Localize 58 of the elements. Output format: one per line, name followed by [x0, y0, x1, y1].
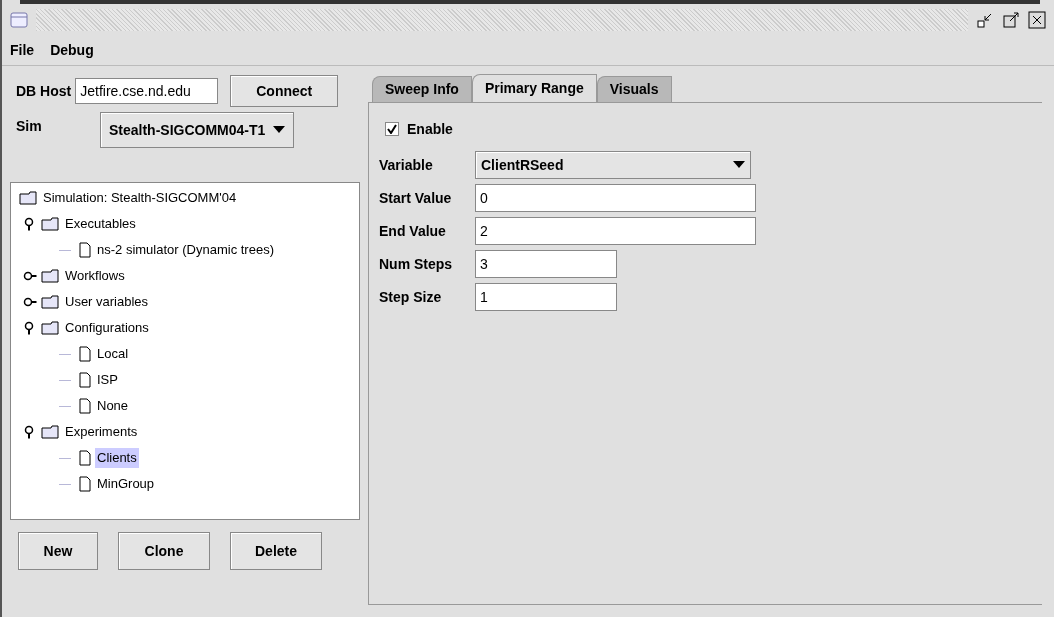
- field-label: Num Steps: [379, 254, 454, 274]
- tree-item[interactable]: None: [95, 396, 131, 416]
- connect-button[interactable]: Connect: [230, 75, 339, 107]
- tree-item[interactable]: ns-2 simulator (Dynamic trees): [95, 240, 276, 260]
- window-icon: [10, 12, 28, 28]
- tree-item[interactable]: Configurations: [63, 318, 151, 338]
- field-label: End Value: [379, 221, 447, 241]
- maximize-icon[interactable]: [1002, 11, 1020, 29]
- tree-item[interactable]: Clients: [95, 448, 139, 468]
- caret-icon: [273, 126, 286, 134]
- tree-item[interactable]: Simulation: Stealth-SIGCOMM'04: [41, 188, 239, 208]
- menu-item[interactable]: File: [10, 40, 35, 61]
- document-icon: [79, 398, 91, 414]
- minimize-icon[interactable]: [976, 11, 994, 29]
- tree-item[interactable]: ISP: [95, 370, 120, 390]
- tree-item[interactable]: Executables: [63, 214, 138, 234]
- value-field[interactable]: 2: [475, 217, 756, 245]
- document-icon: [79, 372, 91, 388]
- host-field[interactable]: Jetfire.cse.nd.edu: [75, 78, 219, 104]
- document-icon: [79, 476, 91, 492]
- document-icon: [79, 346, 91, 362]
- document-icon: [79, 450, 91, 466]
- folder-icon: [19, 191, 37, 205]
- value-field[interactable]: 3: [475, 250, 617, 278]
- tree-item[interactable]: Workflows: [63, 266, 127, 286]
- collapsed-handle-icon[interactable]: [23, 295, 37, 309]
- field-label: Step Size: [379, 287, 443, 307]
- enable-checkbox[interactable]: [385, 122, 399, 136]
- tab[interactable]: Visuals: [596, 76, 672, 102]
- variable-dropdown[interactable]: ClientRSeed: [475, 151, 751, 179]
- caret-icon: [733, 161, 745, 169]
- tab[interactable]: Sweep Info: [372, 76, 472, 102]
- action-button[interactable]: New: [18, 532, 98, 570]
- collapsed-handle-icon[interactable]: [23, 269, 37, 283]
- tab[interactable]: Primary Range: [471, 74, 597, 102]
- field-label: Sim: [16, 117, 43, 136]
- close-icon[interactable]: [1028, 11, 1046, 29]
- menu-item[interactable]: Debug: [50, 40, 94, 61]
- action-button[interactable]: Clone: [118, 532, 210, 570]
- tree-item[interactable]: MinGroup: [95, 474, 157, 494]
- folder-icon: [41, 269, 59, 283]
- folder-icon: [41, 217, 59, 231]
- field-label: DB Host: [16, 81, 72, 101]
- value-field[interactable]: 0: [475, 184, 756, 212]
- checkbox-label: Enable: [407, 119, 453, 139]
- folder-icon: [41, 295, 59, 309]
- check-icon: [387, 124, 397, 134]
- folder-icon: [41, 321, 59, 335]
- field-label: Start Value: [379, 188, 453, 208]
- value-field[interactable]: 1: [475, 283, 617, 311]
- folder-icon: [41, 425, 59, 439]
- tree-item[interactable]: User variables: [63, 292, 151, 312]
- action-button[interactable]: Delete: [230, 532, 322, 570]
- document-icon: [79, 242, 91, 258]
- tree-item[interactable]: Local: [95, 344, 131, 364]
- field-label: Variable: [379, 155, 434, 175]
- tree-item[interactable]: Experiments: [63, 422, 140, 442]
- sim-dropdown[interactable]: Stealth-SIGCOMM04-T1: [100, 112, 295, 148]
